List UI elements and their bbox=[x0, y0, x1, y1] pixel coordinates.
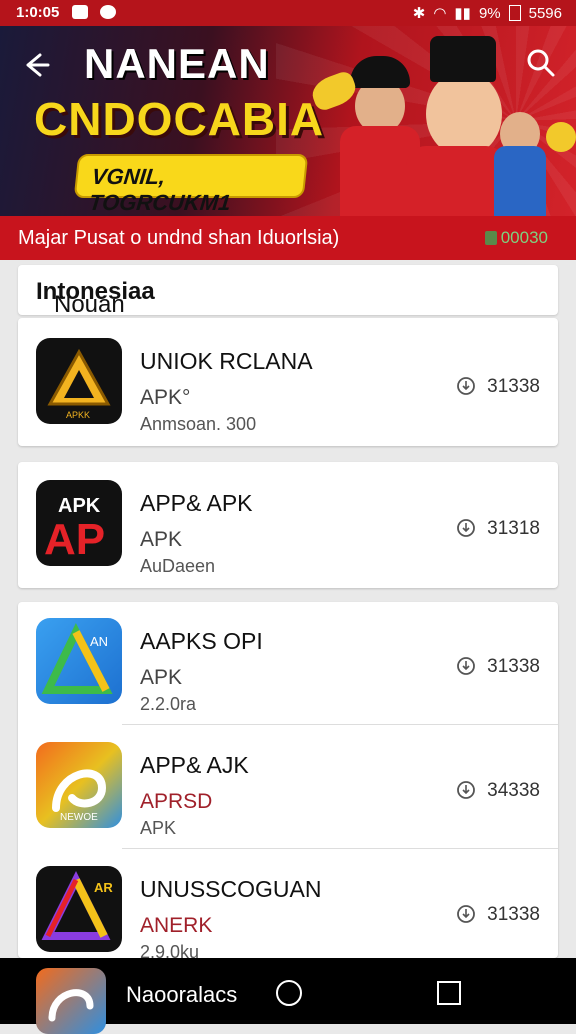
section-title: Nouan Intonesiaa bbox=[36, 278, 155, 318]
download-count-text: 31338 bbox=[487, 656, 540, 677]
download-pin-icon[interactable] bbox=[455, 518, 477, 540]
signal-icon: ▮▮ bbox=[454, 5, 471, 22]
app-name: APP& AJK bbox=[140, 752, 249, 778]
app-name: AAPKS OPI bbox=[140, 628, 263, 654]
download-pin-icon[interactable] bbox=[455, 904, 477, 926]
download-count: 31318 bbox=[455, 518, 540, 540]
download-count: 34338 bbox=[455, 780, 540, 802]
badge-text: 00030 bbox=[500, 228, 548, 247]
navbar-app-icon[interactable] bbox=[36, 968, 106, 1034]
status-time: 1:0:05 bbox=[16, 4, 60, 21]
app-card-1: APKK UNIOK RCLANA APK° Anmsoan. 300 3133… bbox=[18, 318, 558, 446]
download-pin-icon[interactable] bbox=[455, 656, 477, 678]
app-name: APP& APK bbox=[140, 490, 253, 516]
app-name: UNUSSCOGUAN bbox=[140, 876, 322, 902]
app-list-item[interactable]: NEWOE APP& AJK APRSD APK 34338 bbox=[18, 726, 558, 846]
character-3-body bbox=[494, 146, 546, 216]
triangle-rainbow-icon: AR bbox=[36, 866, 122, 952]
download-count: 31338 bbox=[455, 656, 540, 678]
status-bar: 1:0:05 ✱ ◠ ▮▮ 9% 5596 bbox=[0, 0, 576, 26]
triangle-gold-icon: APKK bbox=[36, 338, 122, 424]
app-meta: APK bbox=[140, 818, 177, 838]
download-pin-icon[interactable] bbox=[455, 376, 477, 398]
navbar-label[interactable]: Naooralacs bbox=[126, 982, 237, 1008]
app-type: APRSD bbox=[140, 790, 213, 813]
app-meta: Anmsoan. 300 bbox=[140, 414, 257, 434]
app-card-3: AN AAPKS OPI APK 2.2.0ra 31338 NEWOE APP… bbox=[18, 602, 558, 962]
wifi-icon: ◠ bbox=[433, 5, 447, 22]
banner-title-line2: CNDOCABIA bbox=[34, 93, 325, 145]
app-list-item[interactable]: APKK UNIOK RCLANA APK° Anmsoan. 300 3133… bbox=[18, 322, 558, 442]
signal-text: 9% bbox=[478, 4, 501, 22]
hero-banner: NANEAN CNDOCABIA VGNIL, TOGRCUKM1 bbox=[0, 26, 576, 216]
app-card-2: APK AP APP& APK APK AuDaeen 31318 bbox=[18, 462, 558, 588]
banner-pill: VGNIL, TOGRCUKM1 bbox=[73, 154, 309, 215]
svg-text:APKK: APKK bbox=[66, 410, 90, 420]
app-meta: 2.2.0ra bbox=[140, 694, 197, 714]
battery-text: 5596 bbox=[528, 4, 562, 22]
app-type: APK bbox=[140, 528, 183, 551]
bluetooth-icon: ✱ bbox=[412, 5, 426, 22]
apk-ap-icon: APK AP bbox=[36, 480, 122, 566]
status-right: ✱ ◠ ▮▮ 9% 5596 bbox=[412, 4, 562, 23]
character-2-hat bbox=[430, 36, 496, 82]
section-title-plain: Nouan bbox=[54, 291, 125, 318]
mail-notification-icon bbox=[72, 5, 88, 19]
subheader-bar: Majar Pusat o undnd shan Iduorlsia) 0003… bbox=[0, 216, 576, 260]
back-arrow-icon[interactable] bbox=[18, 48, 52, 82]
recents-square-icon[interactable] bbox=[437, 981, 461, 1005]
banner-title-line1: NANEAN bbox=[84, 40, 270, 87]
app-list-item[interactable]: AR UNUSSCOGUAN ANERK 2.9.0ku 31338 bbox=[18, 850, 558, 970]
app-list-item[interactable]: AN AAPKS OPI APK 2.2.0ra 31338 bbox=[18, 602, 558, 722]
banner-pill-text: VGNIL, TOGRCUKM1 bbox=[87, 164, 232, 215]
download-count: 31338 bbox=[455, 904, 540, 926]
swirl-colorful-icon: NEWOE bbox=[36, 742, 122, 828]
character-2-body bbox=[406, 146, 506, 216]
section-title-card: Nouan Intonesiaa bbox=[18, 265, 558, 318]
download-count-text: 31338 bbox=[487, 904, 540, 925]
badge-icon bbox=[484, 231, 497, 245]
app-list-item[interactable]: APK AP APP& APK APK AuDaeen 31318 bbox=[18, 464, 558, 584]
download-count-text: 31338 bbox=[487, 376, 540, 397]
subheader-badge: 00030 bbox=[484, 228, 548, 248]
app-type: ANERK bbox=[140, 914, 213, 937]
svg-text:AR: AR bbox=[94, 880, 113, 895]
download-count-text: 31318 bbox=[487, 518, 540, 539]
svg-text:APK: APK bbox=[58, 495, 101, 517]
download-count-text: 34338 bbox=[487, 780, 540, 801]
download-pin-icon[interactable] bbox=[455, 780, 477, 802]
svg-text:NEWOE: NEWOE bbox=[60, 812, 98, 823]
character-2-face bbox=[426, 71, 502, 157]
character-4-head bbox=[546, 122, 576, 152]
search-icon[interactable] bbox=[526, 48, 556, 78]
svg-text:AN: AN bbox=[90, 634, 108, 649]
divider bbox=[122, 724, 558, 725]
app-type: APK bbox=[140, 666, 183, 689]
home-circle-icon[interactable] bbox=[276, 980, 302, 1006]
app-name: UNIOK RCLANA bbox=[140, 348, 313, 374]
battery-icon bbox=[508, 5, 521, 21]
app-notification-icon bbox=[100, 5, 116, 19]
app-meta: AuDaeen bbox=[140, 556, 216, 576]
triangle-blue-icon: AN bbox=[36, 618, 122, 704]
download-count: 31338 bbox=[455, 376, 540, 398]
svg-text:AP: AP bbox=[44, 515, 105, 564]
app-type: APK° bbox=[140, 386, 191, 409]
bottom-navigation-bar: Naooralacs bbox=[0, 958, 576, 1034]
divider bbox=[122, 848, 558, 849]
subheader-text: Majar Pusat o undnd shan Iduorlsia) bbox=[18, 227, 340, 249]
